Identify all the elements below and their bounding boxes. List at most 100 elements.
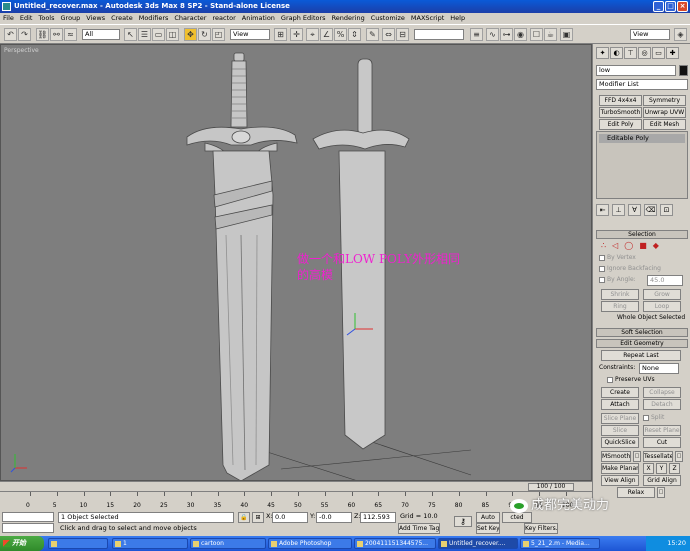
constraints-dropdown[interactable]: None [639,363,679,374]
render-last-icon[interactable]: ◈ [674,28,687,41]
start-button[interactable]: 开始 [0,536,44,551]
select-object-icon[interactable]: ↖ [124,28,137,41]
key-icon[interactable]: ⚷ [454,516,472,527]
grow-button[interactable]: Grow [643,289,681,300]
utilities-tab-icon[interactable]: ✚ [666,47,679,59]
close-button[interactable]: × [677,1,688,12]
modifier-stack[interactable]: Editable Poly [596,131,688,199]
set-key-button[interactable]: Set Key [476,523,500,534]
loop-button[interactable]: Loop [643,301,681,312]
make-planar-button[interactable]: Make Planar [601,463,639,474]
menu-edit[interactable]: Edit [20,13,33,24]
taskbar-item-3dsmax[interactable]: Untitled_recover.... [438,538,518,549]
layer-manager-icon[interactable]: ≡ [470,28,483,41]
pin-stack-icon[interactable]: ⇤ [596,204,609,216]
select-and-scale-icon[interactable]: ◰ [212,28,225,41]
spinner-snap-icon[interactable]: ⇕ [348,28,361,41]
window-crossing-icon[interactable]: ◫ [166,28,179,41]
minimize-button[interactable]: _ [653,1,664,12]
motion-tab-icon[interactable]: ◎ [638,47,651,59]
taskbar-item-cartoon[interactable]: cartoon [190,538,266,549]
msmooth-settings-icon[interactable]: □ [633,451,641,462]
selection-rollout-header[interactable]: Selection [596,230,688,239]
edge-icon[interactable]: ◁ [612,241,618,250]
view-align-button[interactable]: View Align [601,475,639,486]
taskbar-item-media-player[interactable]: 5_21_2.m - Media... [520,538,600,549]
soft-selection-rollout-header[interactable]: Soft Selection [596,328,688,337]
show-end-result-icon[interactable]: ⊥ [612,204,625,216]
maximize-button[interactable]: □ [665,1,676,12]
perspective-viewport[interactable]: Perspective 做一个和LOW POLY外形相同 的高模 [0,44,592,481]
planar-x-button[interactable]: X [643,463,654,474]
timeline-ruler[interactable]: 0510152025303540455055606570758085909510… [0,491,592,510]
menu-character[interactable]: Character [174,13,206,24]
border-icon[interactable]: ◯ [624,241,633,250]
menu-modifiers[interactable]: Modifiers [139,13,169,24]
y-coordinate-field[interactable]: -0.0 [316,512,352,523]
by-angle-field[interactable]: 45.0 [647,275,683,286]
quick-render-icon[interactable]: ☕ [544,28,557,41]
tessellate-button[interactable]: Tessellate [643,451,673,462]
select-link-icon[interactable]: ⛓ [36,28,49,41]
redo-icon[interactable]: ↷ [18,28,31,41]
planar-y-button[interactable]: Y [656,463,667,474]
render-view-dropdown[interactable]: View [630,29,670,40]
taskbar-item-folder[interactable]: 1 [112,538,188,549]
render-scene-icon[interactable]: ☐ [530,28,543,41]
tessellate-settings-icon[interactable]: □ [675,451,683,462]
hierarchy-tab-icon[interactable]: ⊤ [624,47,637,59]
modifier-list-dropdown[interactable]: Modifier List [596,79,688,90]
element-icon[interactable]: ◆ [653,241,659,250]
slice-plane-button[interactable]: Slice Plane [601,413,639,424]
object-name-field[interactable]: low [596,65,676,76]
selection-filter-dropdown[interactable]: All [82,29,120,40]
key-filters-button[interactable]: Key Filters... [524,523,558,534]
angle-snap-icon[interactable]: ∠ [320,28,333,41]
time-slider-thumb[interactable]: 100 / 100 [528,483,574,491]
menu-animation[interactable]: Animation [242,13,275,24]
taskbar-item-1[interactable] [48,538,108,549]
lock-selection-icon[interactable]: 🔒 [238,512,250,523]
menu-views[interactable]: Views [86,13,105,24]
stack-item-editable-poly[interactable]: Editable Poly [599,134,685,143]
undo-icon[interactable]: ↶ [4,28,17,41]
edit-named-selection-icon[interactable]: ✎ [366,28,379,41]
relax-settings-icon[interactable]: □ [657,487,665,498]
menu-file[interactable]: File [3,13,14,24]
symmetry-button[interactable]: Symmetry [643,95,686,106]
time-slider[interactable]: 100 / 100 [0,481,592,491]
ffd-button[interactable]: FFD 4x4x4 [599,95,642,106]
bind-space-warp-icon[interactable]: ≈ [64,28,77,41]
unlink-icon[interactable]: ⚯ [50,28,63,41]
unwrap-uvw-button[interactable]: Unwrap UVW [643,107,686,118]
select-manipulate-icon[interactable]: ✛ [290,28,303,41]
reset-plane-button[interactable]: Reset Plane [643,425,681,436]
preserve-uvs-checkbox[interactable]: Preserve UVs [607,376,655,383]
edit-poly-button[interactable]: Edit Poly [599,119,642,130]
mirror-icon[interactable]: ⇔ [382,28,395,41]
vertex-icon[interactable]: ∴ [601,241,606,250]
taskbar-item-photoshop[interactable]: Adobe Photoshop [268,538,352,549]
split-checkbox[interactable]: Split [643,414,664,421]
percent-snap-icon[interactable]: % [334,28,347,41]
menu-reactor[interactable]: reactor [212,13,235,24]
detach-button[interactable]: Detach [643,399,681,410]
planar-z-button[interactable]: Z [669,463,680,474]
menu-customize[interactable]: Customize [371,13,405,24]
x-coordinate-field[interactable]: 0.0 [272,512,308,523]
remove-modifier-icon[interactable]: ⌫ [644,204,657,216]
menu-maxscript[interactable]: MAXScript [411,13,444,24]
align-icon[interactable]: ⊟ [396,28,409,41]
modify-tab-icon[interactable]: ◐ [610,47,623,59]
named-selection-dropdown[interactable] [414,29,464,40]
ring-button[interactable]: Ring [601,301,639,312]
display-tab-icon[interactable]: ▭ [652,47,665,59]
menu-create[interactable]: Create [111,13,133,24]
curve-editor-icon[interactable]: ∿ [486,28,499,41]
menu-group[interactable]: Group [61,13,81,24]
pivot-center-icon[interactable]: ⊞ [274,28,287,41]
menu-graph-editors[interactable]: Graph Editors [281,13,326,24]
maxscript-listener-field[interactable] [2,512,54,522]
grid-align-button[interactable]: Grid Align [643,475,681,486]
cut-button[interactable]: Cut [643,437,681,448]
